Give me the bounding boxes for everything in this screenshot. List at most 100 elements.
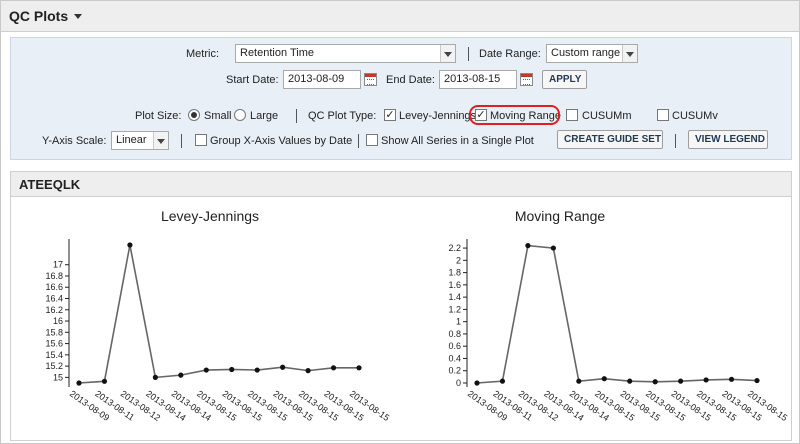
data-point [525,243,531,249]
y-tick-label: 1.4 [448,292,461,302]
separator [296,109,297,123]
data-point [550,245,556,251]
start-date-label: Start Date: [226,74,279,86]
data-point [499,378,506,384]
date-range-select-value: Custom range [551,47,621,59]
y-tick-label: 0.8 [448,329,461,339]
metric-select-value: Retention Time [240,47,314,59]
chevron-down-icon [622,45,637,62]
levey-jennings-label: Levey-Jennings [399,110,477,122]
y-tick-label: 1.6 [448,280,461,290]
data-point [101,378,108,384]
y-tick-label: 15.8 [45,327,63,337]
data-point [280,364,286,370]
y-tick-label: 0 [456,378,461,388]
metric-select[interactable]: Retention Time [235,44,456,63]
data-point [627,378,633,384]
y-tick-label: 15.2 [45,361,63,371]
qc-plots-panel: QC Plots Metric: Retention Time Date Ran… [0,0,800,444]
chevron-down-icon [153,132,168,149]
plot-size-large-radio[interactable] [234,109,246,121]
data-point [576,378,582,384]
data-point [254,367,260,373]
panel-header: QC Plots [1,1,799,32]
data-point [474,380,480,386]
create-guide-set-button[interactable]: CREATE GUIDE SET [557,130,663,149]
calendar-icon[interactable] [520,73,533,86]
data-point [703,377,709,383]
y-tick-label: 15.6 [45,339,63,349]
data-point [754,377,760,384]
plots-area: Levey-Jennings 15 15.2 15.4 15.6 15.8 16 16.2 16… [10,197,792,441]
y-tick-label: 2 [456,255,461,265]
moving-range-chart: Moving Range 0 0.2 0.4 0.6 0.8 1 1.2 1.4 1.6 1.8 2 2… [448,208,789,423]
apply-button[interactable]: APPLY [542,70,587,89]
y-tick-label: 2.2 [448,243,461,253]
y-axis-scale-label: Y-Axis Scale: [42,135,107,147]
end-date-label: End Date: [386,74,435,86]
chevron-down-icon[interactable] [74,14,82,19]
y-tick-label: 15 [53,372,63,382]
y-tick-label: 17 [53,260,63,270]
y-tick-label: 16.8 [45,271,63,281]
cusumm-label: CUSUMm [582,110,632,122]
peptide-title: ATEEQLK [19,177,81,192]
separator [675,134,676,148]
separator [468,47,469,61]
y-tick-label: 0.2 [448,366,461,376]
group-x-axis-checkbox[interactable] [195,134,207,146]
data-point [178,372,184,378]
y-axis-scale-select[interactable]: Linear [111,131,169,150]
date-range-label: Date Range: [479,48,541,60]
qc-plot-type-label: QC Plot Type: [308,110,377,122]
series-line [78,244,359,384]
y-tick-label: 15.4 [45,350,63,360]
show-all-series-label: Show All Series in a Single Plot [381,135,534,147]
data-point [356,365,362,371]
chevron-down-icon [440,45,455,62]
cusumm-checkbox[interactable] [566,109,578,121]
series-line [476,244,758,384]
y-tick-label: 1 [456,317,461,327]
group-x-axis-label: Group X-Axis Values by Date [210,135,353,147]
metric-label: Metric: [186,48,219,60]
plot-options-toolbar: Metric: Retention Time Date Range: Custo… [10,37,792,160]
panel-title: QC Plots [9,8,69,24]
y-tick-label: 16 [53,316,63,326]
y-tick-label: 0.4 [448,353,461,363]
cusumv-checkbox[interactable] [657,109,669,121]
data-point [678,378,684,384]
plot-size-large-label: Large [250,110,279,122]
plot-size-label: Plot Size: [135,110,182,122]
y-tick-label: 0.6 [448,341,461,351]
calendar-icon[interactable] [364,73,377,86]
y-tick-label: 16.2 [45,305,63,315]
data-point [76,380,82,386]
data-point [305,368,311,374]
levey-jennings-chart: Levey-Jennings1515.215.415.615.81616.216… [45,208,391,423]
peptide-section-header: ATEEQLK [10,171,792,197]
start-date-field[interactable]: 2013-08-09 [283,70,361,89]
data-point [127,242,133,248]
y-axis-scale-value: Linear [116,134,147,146]
data-point [652,379,658,385]
view-legend-button[interactable]: VIEW LEGEND [688,130,768,149]
end-date-field[interactable]: 2013-08-15 [439,70,517,89]
plot-size-small-radio[interactable] [188,109,200,121]
separator [181,134,182,148]
levey-jennings-checkbox[interactable]: ✓ [384,109,396,121]
y-tick-label: 1.8 [448,268,461,278]
data-point [203,367,209,373]
date-range-select[interactable]: Custom range [546,44,638,63]
data-point [229,366,235,373]
chart-title: Moving Range [515,208,605,224]
cusumv-label: CUSUMv [672,110,718,122]
data-point [152,374,158,380]
y-tick-label: 16.4 [45,294,63,304]
moving-range-highlight [469,105,560,125]
plot-size-small-label: Small [204,110,232,122]
chart-title: Levey-Jennings [161,208,259,224]
y-tick-label: 16.6 [45,282,63,292]
show-all-series-checkbox[interactable] [366,134,378,146]
y-tick-label: 1.2 [448,304,461,314]
